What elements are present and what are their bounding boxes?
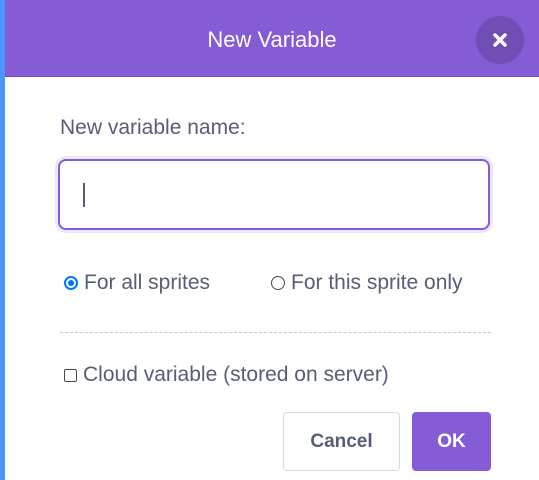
radio-button-selected[interactable]: [64, 276, 78, 290]
variable-name-label: New variable name:: [60, 116, 246, 139]
variable-name-input[interactable]: [58, 159, 490, 230]
cancel-button[interactable]: Cancel: [283, 412, 400, 471]
cloud-variable-checkbox[interactable]: [64, 368, 77, 382]
cloud-variable-label: Cloud variable (stored on server): [83, 363, 389, 386]
radio-label-for-this-sprite-only: For this sprite only: [291, 271, 463, 294]
dialog-title: New Variable: [207, 27, 337, 52]
radio-label-for-all-sprites: For all sprites: [84, 271, 211, 294]
close-icon: [493, 33, 507, 47]
cloud-variable-option[interactable]: Cloud variable (stored on server): [64, 360, 389, 390]
page: New Variable New variable name: For all …: [0, 0, 539, 480]
radio-for-all-sprites[interactable]: For all sprites: [64, 268, 210, 298]
text-caret: [83, 183, 85, 207]
close-button[interactable]: [476, 16, 524, 64]
ok-button[interactable]: OK: [412, 412, 491, 471]
dashed-divider: [60, 332, 491, 333]
dialog-header: New Variable: [5, 0, 539, 77]
radio-for-this-sprite-only[interactable]: For this sprite only: [271, 268, 463, 298]
radio-button-unselected[interactable]: [271, 276, 285, 290]
new-variable-dialog: New Variable New variable name: For all …: [5, 0, 539, 480]
